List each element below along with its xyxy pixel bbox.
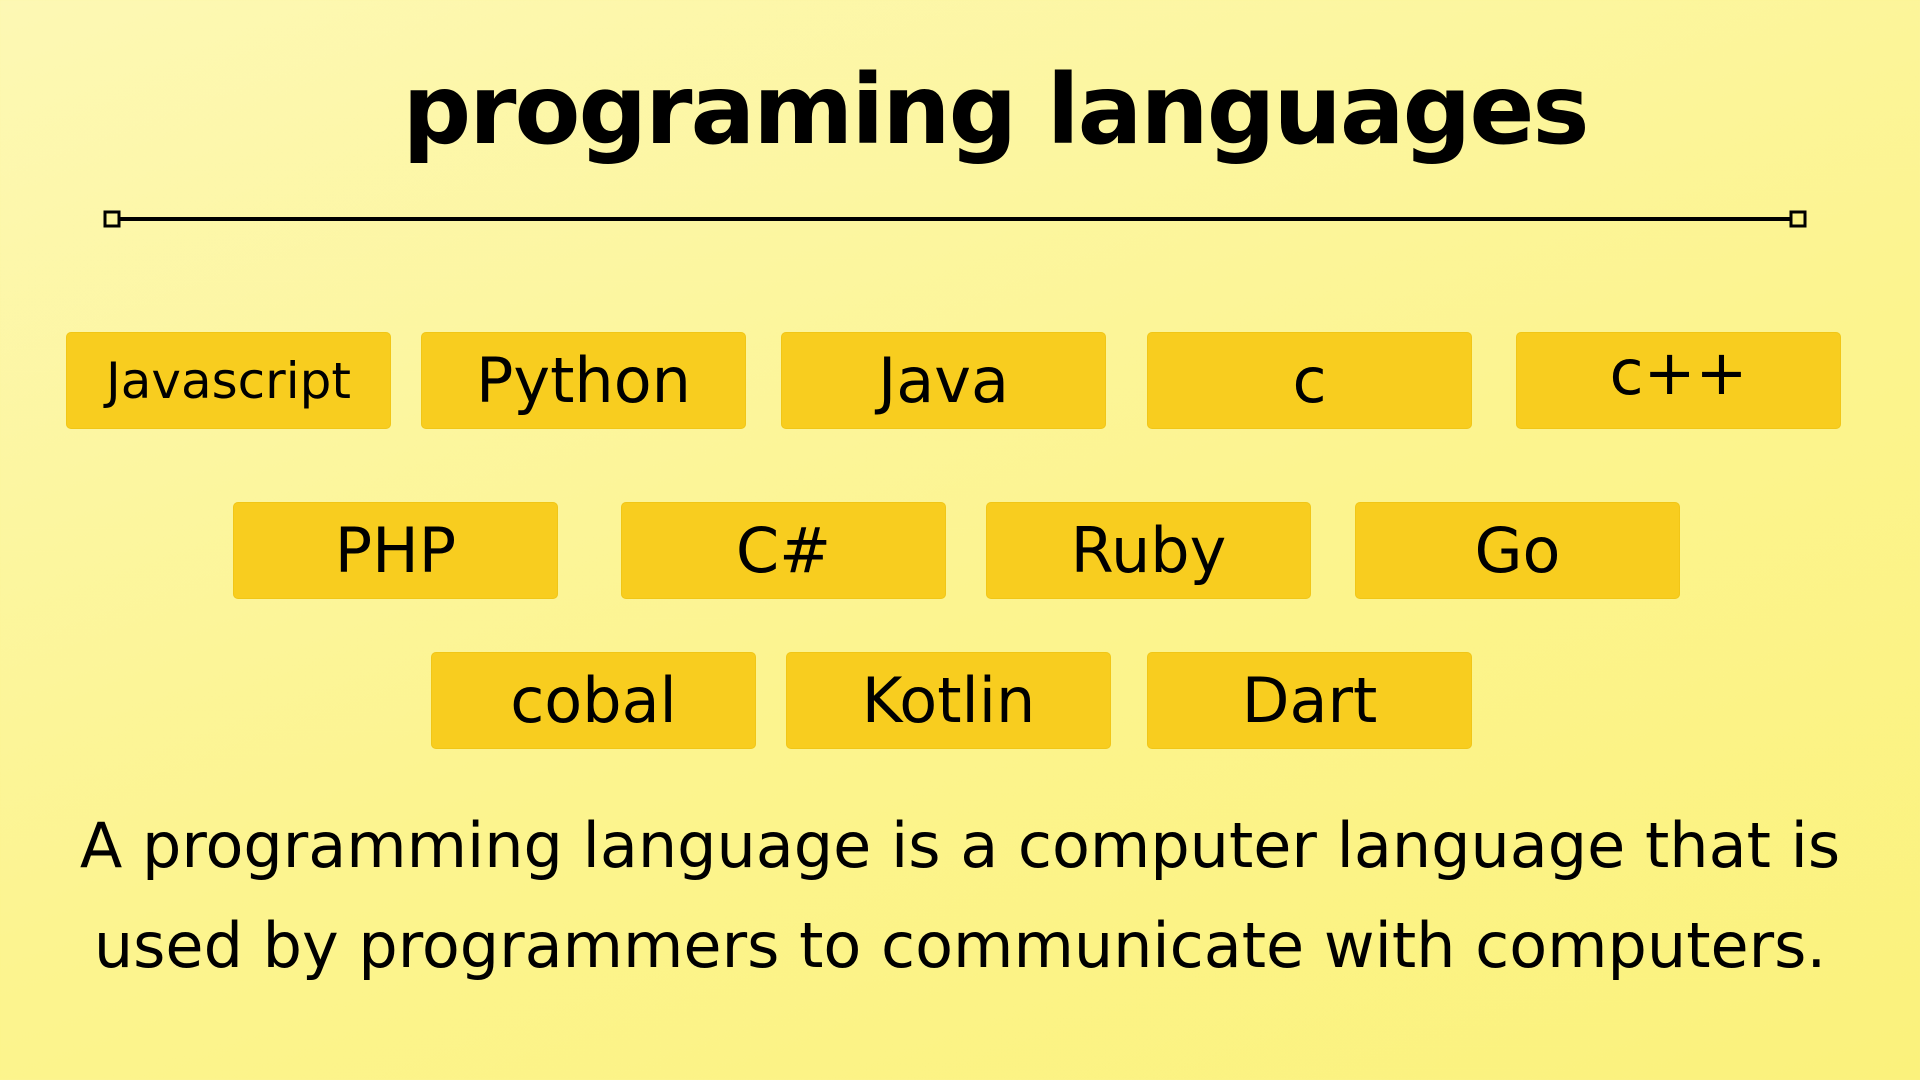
language-chip-label: c++ xyxy=(1609,336,1748,409)
language-chip-label: Kotlin xyxy=(861,663,1036,737)
language-chip-cpp: c++ xyxy=(1516,332,1841,429)
description: A programming language is a computer lan… xyxy=(40,796,1880,996)
language-chip-label: Ruby xyxy=(1070,513,1227,587)
language-chip-label: Javascript xyxy=(106,351,351,410)
title-divider xyxy=(103,210,1807,228)
language-chip-php: PHP xyxy=(233,502,558,599)
language-chip-cobal: cobal xyxy=(431,652,756,749)
language-chip-c: c xyxy=(1147,332,1472,429)
language-chip-label: Python xyxy=(476,343,691,417)
language-chip-label: C# xyxy=(735,513,832,587)
language-chip-label: PHP xyxy=(334,513,457,587)
language-chip-go: Go xyxy=(1355,502,1680,599)
language-chip-label: Dart xyxy=(1241,663,1378,737)
language-chip-label: Go xyxy=(1474,513,1561,587)
language-chip-javascript: Javascript xyxy=(66,332,391,429)
language-chip-csharp: C# xyxy=(621,502,946,599)
description-line-1: A programming language is a computer lan… xyxy=(79,809,1841,882)
description-line-2: used by programmers to communicate with … xyxy=(93,909,1827,982)
language-chip-kotlin: Kotlin xyxy=(786,652,1111,749)
language-chip-label: c xyxy=(1292,343,1327,417)
language-chip-ruby: Ruby xyxy=(986,502,1311,599)
language-chip-dart: Dart xyxy=(1147,652,1472,749)
page-title: programing languages xyxy=(402,54,1589,166)
language-chip-python: Python xyxy=(421,332,746,429)
language-chip-java: Java xyxy=(781,332,1106,429)
language-chip-label: Java xyxy=(878,343,1009,417)
language-chip-label: cobal xyxy=(510,663,677,737)
